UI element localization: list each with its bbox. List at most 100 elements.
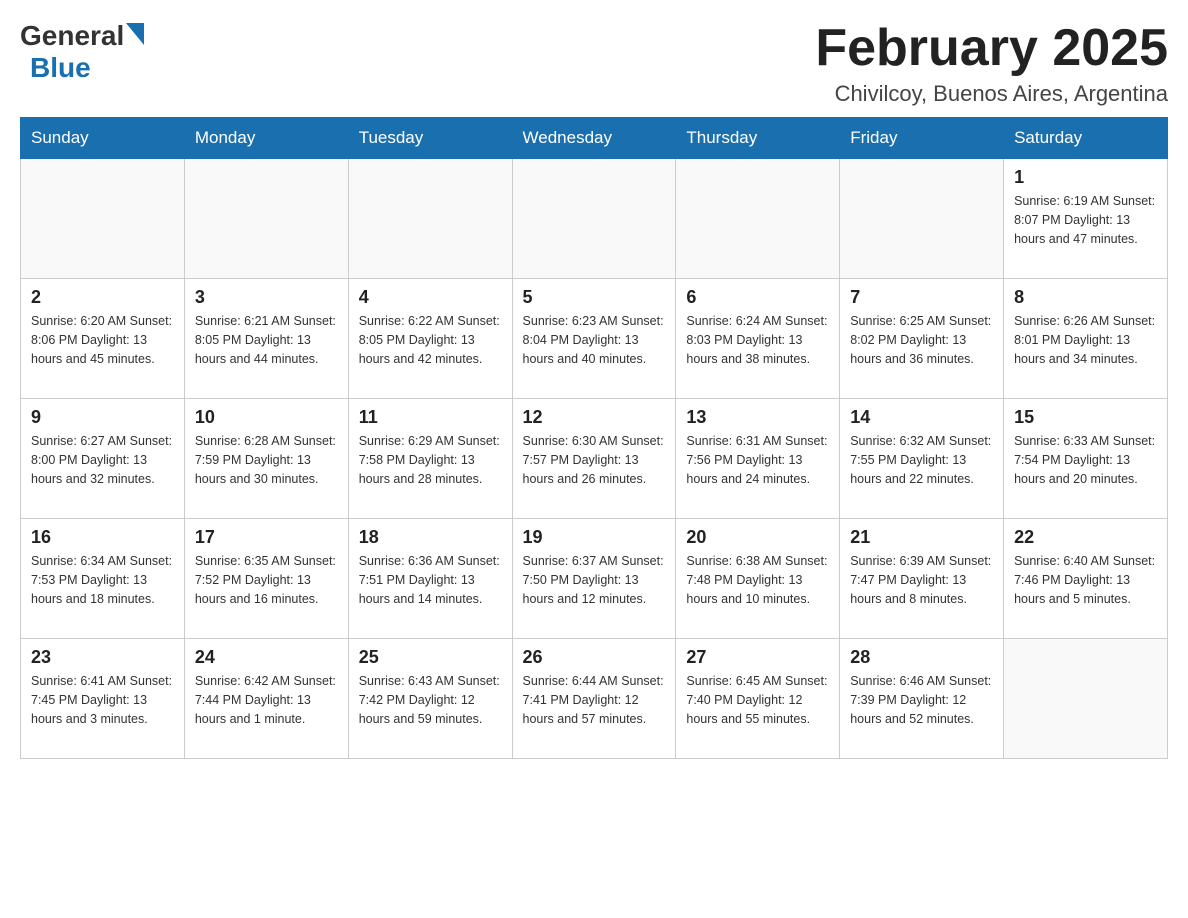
day-number: 17 bbox=[195, 527, 338, 548]
calendar-day-cell: 9 Sunrise: 6:27 AM Sunset: 8:00 PM Daylig… bbox=[21, 399, 185, 519]
weekday-header-monday: Monday bbox=[184, 118, 348, 159]
calendar-day-cell: 25 Sunrise: 6:43 AM Sunset: 7:42 PM Dayli… bbox=[348, 639, 512, 759]
calendar-day-cell: 26 Sunrise: 6:44 AM Sunset: 7:41 PM Dayli… bbox=[512, 639, 676, 759]
day-info: Sunrise: 6:44 AM Sunset: 7:41 PM Dayligh… bbox=[523, 672, 666, 728]
calendar-day-cell: 1 Sunrise: 6:19 AM Sunset: 8:07 PM Daylig… bbox=[1004, 159, 1168, 279]
day-number: 23 bbox=[31, 647, 174, 668]
day-number: 10 bbox=[195, 407, 338, 428]
logo-blue: Blue bbox=[30, 52, 91, 83]
calendar-day-cell: 18 Sunrise: 6:36 AM Sunset: 7:51 PM Dayli… bbox=[348, 519, 512, 639]
title-block: February 2025 Chivilcoy, Buenos Aires, A… bbox=[815, 20, 1168, 107]
calendar-day-cell: 23 Sunrise: 6:41 AM Sunset: 7:45 PM Dayli… bbox=[21, 639, 185, 759]
day-number: 6 bbox=[686, 287, 829, 308]
calendar-day-cell: 19 Sunrise: 6:37 AM Sunset: 7:50 PM Dayli… bbox=[512, 519, 676, 639]
month-title: February 2025 bbox=[815, 20, 1168, 77]
day-number: 1 bbox=[1014, 167, 1157, 188]
calendar-week-row: 23 Sunrise: 6:41 AM Sunset: 7:45 PM Dayli… bbox=[21, 639, 1168, 759]
day-info: Sunrise: 6:42 AM Sunset: 7:44 PM Dayligh… bbox=[195, 672, 338, 728]
day-info: Sunrise: 6:36 AM Sunset: 7:51 PM Dayligh… bbox=[359, 552, 502, 608]
day-number: 8 bbox=[1014, 287, 1157, 308]
weekday-header-row: SundayMondayTuesdayWednesdayThursdayFrid… bbox=[21, 118, 1168, 159]
day-number: 22 bbox=[1014, 527, 1157, 548]
calendar-day-cell: 20 Sunrise: 6:38 AM Sunset: 7:48 PM Dayli… bbox=[676, 519, 840, 639]
day-number: 7 bbox=[850, 287, 993, 308]
calendar-week-row: 1 Sunrise: 6:19 AM Sunset: 8:07 PM Daylig… bbox=[21, 159, 1168, 279]
calendar-day-cell: 7 Sunrise: 6:25 AM Sunset: 8:02 PM Daylig… bbox=[840, 279, 1004, 399]
calendar-day-cell: 3 Sunrise: 6:21 AM Sunset: 8:05 PM Daylig… bbox=[184, 279, 348, 399]
day-info: Sunrise: 6:40 AM Sunset: 7:46 PM Dayligh… bbox=[1014, 552, 1157, 608]
calendar-day-cell bbox=[512, 159, 676, 279]
calendar-day-cell: 14 Sunrise: 6:32 AM Sunset: 7:55 PM Dayli… bbox=[840, 399, 1004, 519]
weekday-header-thursday: Thursday bbox=[676, 118, 840, 159]
day-info: Sunrise: 6:26 AM Sunset: 8:01 PM Dayligh… bbox=[1014, 312, 1157, 368]
day-number: 27 bbox=[686, 647, 829, 668]
day-number: 20 bbox=[686, 527, 829, 548]
calendar-day-cell: 21Sunrise: 6:39 AM Sunset: 7:47 PM Dayli… bbox=[840, 519, 1004, 639]
day-number: 4 bbox=[359, 287, 502, 308]
day-info: Sunrise: 6:31 AM Sunset: 7:56 PM Dayligh… bbox=[686, 432, 829, 488]
logo-general: General bbox=[20, 20, 124, 52]
day-info: Sunrise: 6:41 AM Sunset: 7:45 PM Dayligh… bbox=[31, 672, 174, 728]
weekday-header-friday: Friday bbox=[840, 118, 1004, 159]
calendar-day-cell: 16Sunrise: 6:34 AM Sunset: 7:53 PM Dayli… bbox=[21, 519, 185, 639]
weekday-header-sunday: Sunday bbox=[21, 118, 185, 159]
day-number: 5 bbox=[523, 287, 666, 308]
day-number: 21 bbox=[850, 527, 993, 548]
calendar-week-row: 16Sunrise: 6:34 AM Sunset: 7:53 PM Dayli… bbox=[21, 519, 1168, 639]
logo: General Blue bbox=[20, 20, 144, 84]
day-info: Sunrise: 6:45 AM Sunset: 7:40 PM Dayligh… bbox=[686, 672, 829, 728]
calendar-day-cell: 22 Sunrise: 6:40 AM Sunset: 7:46 PM Dayli… bbox=[1004, 519, 1168, 639]
day-info: Sunrise: 6:23 AM Sunset: 8:04 PM Dayligh… bbox=[523, 312, 666, 368]
day-info: Sunrise: 6:38 AM Sunset: 7:48 PM Dayligh… bbox=[686, 552, 829, 608]
day-info: Sunrise: 6:28 AM Sunset: 7:59 PM Dayligh… bbox=[195, 432, 338, 488]
calendar-day-cell bbox=[1004, 639, 1168, 759]
page-header: General Blue February 2025 Chivilcoy, Bu… bbox=[20, 20, 1168, 107]
calendar-day-cell bbox=[676, 159, 840, 279]
day-info: Sunrise: 6:21 AM Sunset: 8:05 PM Dayligh… bbox=[195, 312, 338, 368]
day-number: 2 bbox=[31, 287, 174, 308]
day-number: 24 bbox=[195, 647, 338, 668]
calendar-day-cell: 13Sunrise: 6:31 AM Sunset: 7:56 PM Dayli… bbox=[676, 399, 840, 519]
day-number: 25 bbox=[359, 647, 502, 668]
calendar-day-cell: 4Sunrise: 6:22 AM Sunset: 8:05 PM Daylig… bbox=[348, 279, 512, 399]
day-info: Sunrise: 6:19 AM Sunset: 8:07 PM Dayligh… bbox=[1014, 192, 1157, 248]
calendar-day-cell: 11 Sunrise: 6:29 AM Sunset: 7:58 PM Dayli… bbox=[348, 399, 512, 519]
calendar-day-cell: 10 Sunrise: 6:28 AM Sunset: 7:59 PM Dayli… bbox=[184, 399, 348, 519]
calendar-day-cell: 17 Sunrise: 6:35 AM Sunset: 7:52 PM Dayli… bbox=[184, 519, 348, 639]
calendar-day-cell: 2 Sunrise: 6:20 AM Sunset: 8:06 PM Daylig… bbox=[21, 279, 185, 399]
day-number: 9 bbox=[31, 407, 174, 428]
logo-triangle-icon bbox=[126, 23, 144, 45]
day-info: Sunrise: 6:35 AM Sunset: 7:52 PM Dayligh… bbox=[195, 552, 338, 608]
day-info: Sunrise: 6:29 AM Sunset: 7:58 PM Dayligh… bbox=[359, 432, 502, 488]
calendar-day-cell: 28Sunrise: 6:46 AM Sunset: 7:39 PM Dayli… bbox=[840, 639, 1004, 759]
day-number: 26 bbox=[523, 647, 666, 668]
weekday-header-tuesday: Tuesday bbox=[348, 118, 512, 159]
calendar-day-cell: 12 Sunrise: 6:30 AM Sunset: 7:57 PM Dayli… bbox=[512, 399, 676, 519]
day-info: Sunrise: 6:43 AM Sunset: 7:42 PM Dayligh… bbox=[359, 672, 502, 728]
day-info: Sunrise: 6:20 AM Sunset: 8:06 PM Dayligh… bbox=[31, 312, 174, 368]
day-number: 15 bbox=[1014, 407, 1157, 428]
day-number: 14 bbox=[850, 407, 993, 428]
calendar-day-cell bbox=[184, 159, 348, 279]
day-info: Sunrise: 6:27 AM Sunset: 8:00 PM Dayligh… bbox=[31, 432, 174, 488]
calendar-day-cell bbox=[840, 159, 1004, 279]
day-info: Sunrise: 6:37 AM Sunset: 7:50 PM Dayligh… bbox=[523, 552, 666, 608]
location-title: Chivilcoy, Buenos Aires, Argentina bbox=[815, 81, 1168, 107]
day-number: 11 bbox=[359, 407, 502, 428]
day-number: 19 bbox=[523, 527, 666, 548]
calendar-day-cell: 6 Sunrise: 6:24 AM Sunset: 8:03 PM Daylig… bbox=[676, 279, 840, 399]
day-info: Sunrise: 6:24 AM Sunset: 8:03 PM Dayligh… bbox=[686, 312, 829, 368]
day-number: 3 bbox=[195, 287, 338, 308]
calendar-week-row: 9 Sunrise: 6:27 AM Sunset: 8:00 PM Daylig… bbox=[21, 399, 1168, 519]
day-info: Sunrise: 6:32 AM Sunset: 7:55 PM Dayligh… bbox=[850, 432, 993, 488]
day-number: 12 bbox=[523, 407, 666, 428]
day-info: Sunrise: 6:30 AM Sunset: 7:57 PM Dayligh… bbox=[523, 432, 666, 488]
calendar-day-cell: 15Sunrise: 6:33 AM Sunset: 7:54 PM Dayli… bbox=[1004, 399, 1168, 519]
calendar-day-cell: 24 Sunrise: 6:42 AM Sunset: 7:44 PM Dayli… bbox=[184, 639, 348, 759]
day-number: 16 bbox=[31, 527, 174, 548]
weekday-header-saturday: Saturday bbox=[1004, 118, 1168, 159]
day-info: Sunrise: 6:25 AM Sunset: 8:02 PM Dayligh… bbox=[850, 312, 993, 368]
day-info: Sunrise: 6:46 AM Sunset: 7:39 PM Dayligh… bbox=[850, 672, 993, 728]
calendar-table: SundayMondayTuesdayWednesdayThursdayFrid… bbox=[20, 117, 1168, 759]
day-number: 18 bbox=[359, 527, 502, 548]
